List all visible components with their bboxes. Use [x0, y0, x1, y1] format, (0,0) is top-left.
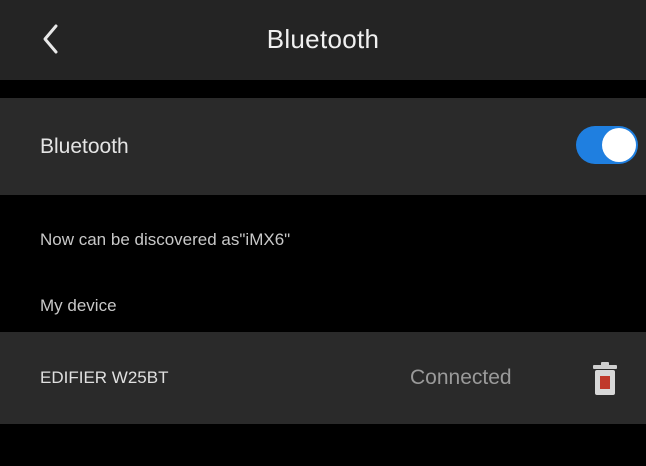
device-status: Connected: [410, 366, 512, 389]
trash-icon: [593, 362, 617, 395]
device-row-edifier[interactable]: EDIFIER W25BT Connected: [0, 332, 646, 424]
my-device-header: My device: [40, 296, 117, 315]
delete-device-button[interactable]: [590, 362, 620, 396]
discoverable-status: Now can be discovered as"iMX6": [40, 230, 291, 249]
bluetooth-toggle[interactable]: [576, 126, 638, 164]
app-header: Bluetooth: [0, 0, 646, 80]
device-name: EDIFIER W25BT: [40, 368, 169, 387]
bluetooth-setting-row: Bluetooth: [0, 98, 646, 195]
section-divider: [0, 80, 646, 98]
bluetooth-label: Bluetooth: [40, 135, 129, 158]
toggle-knob: [602, 128, 636, 162]
page-title: Bluetooth: [266, 24, 380, 54]
